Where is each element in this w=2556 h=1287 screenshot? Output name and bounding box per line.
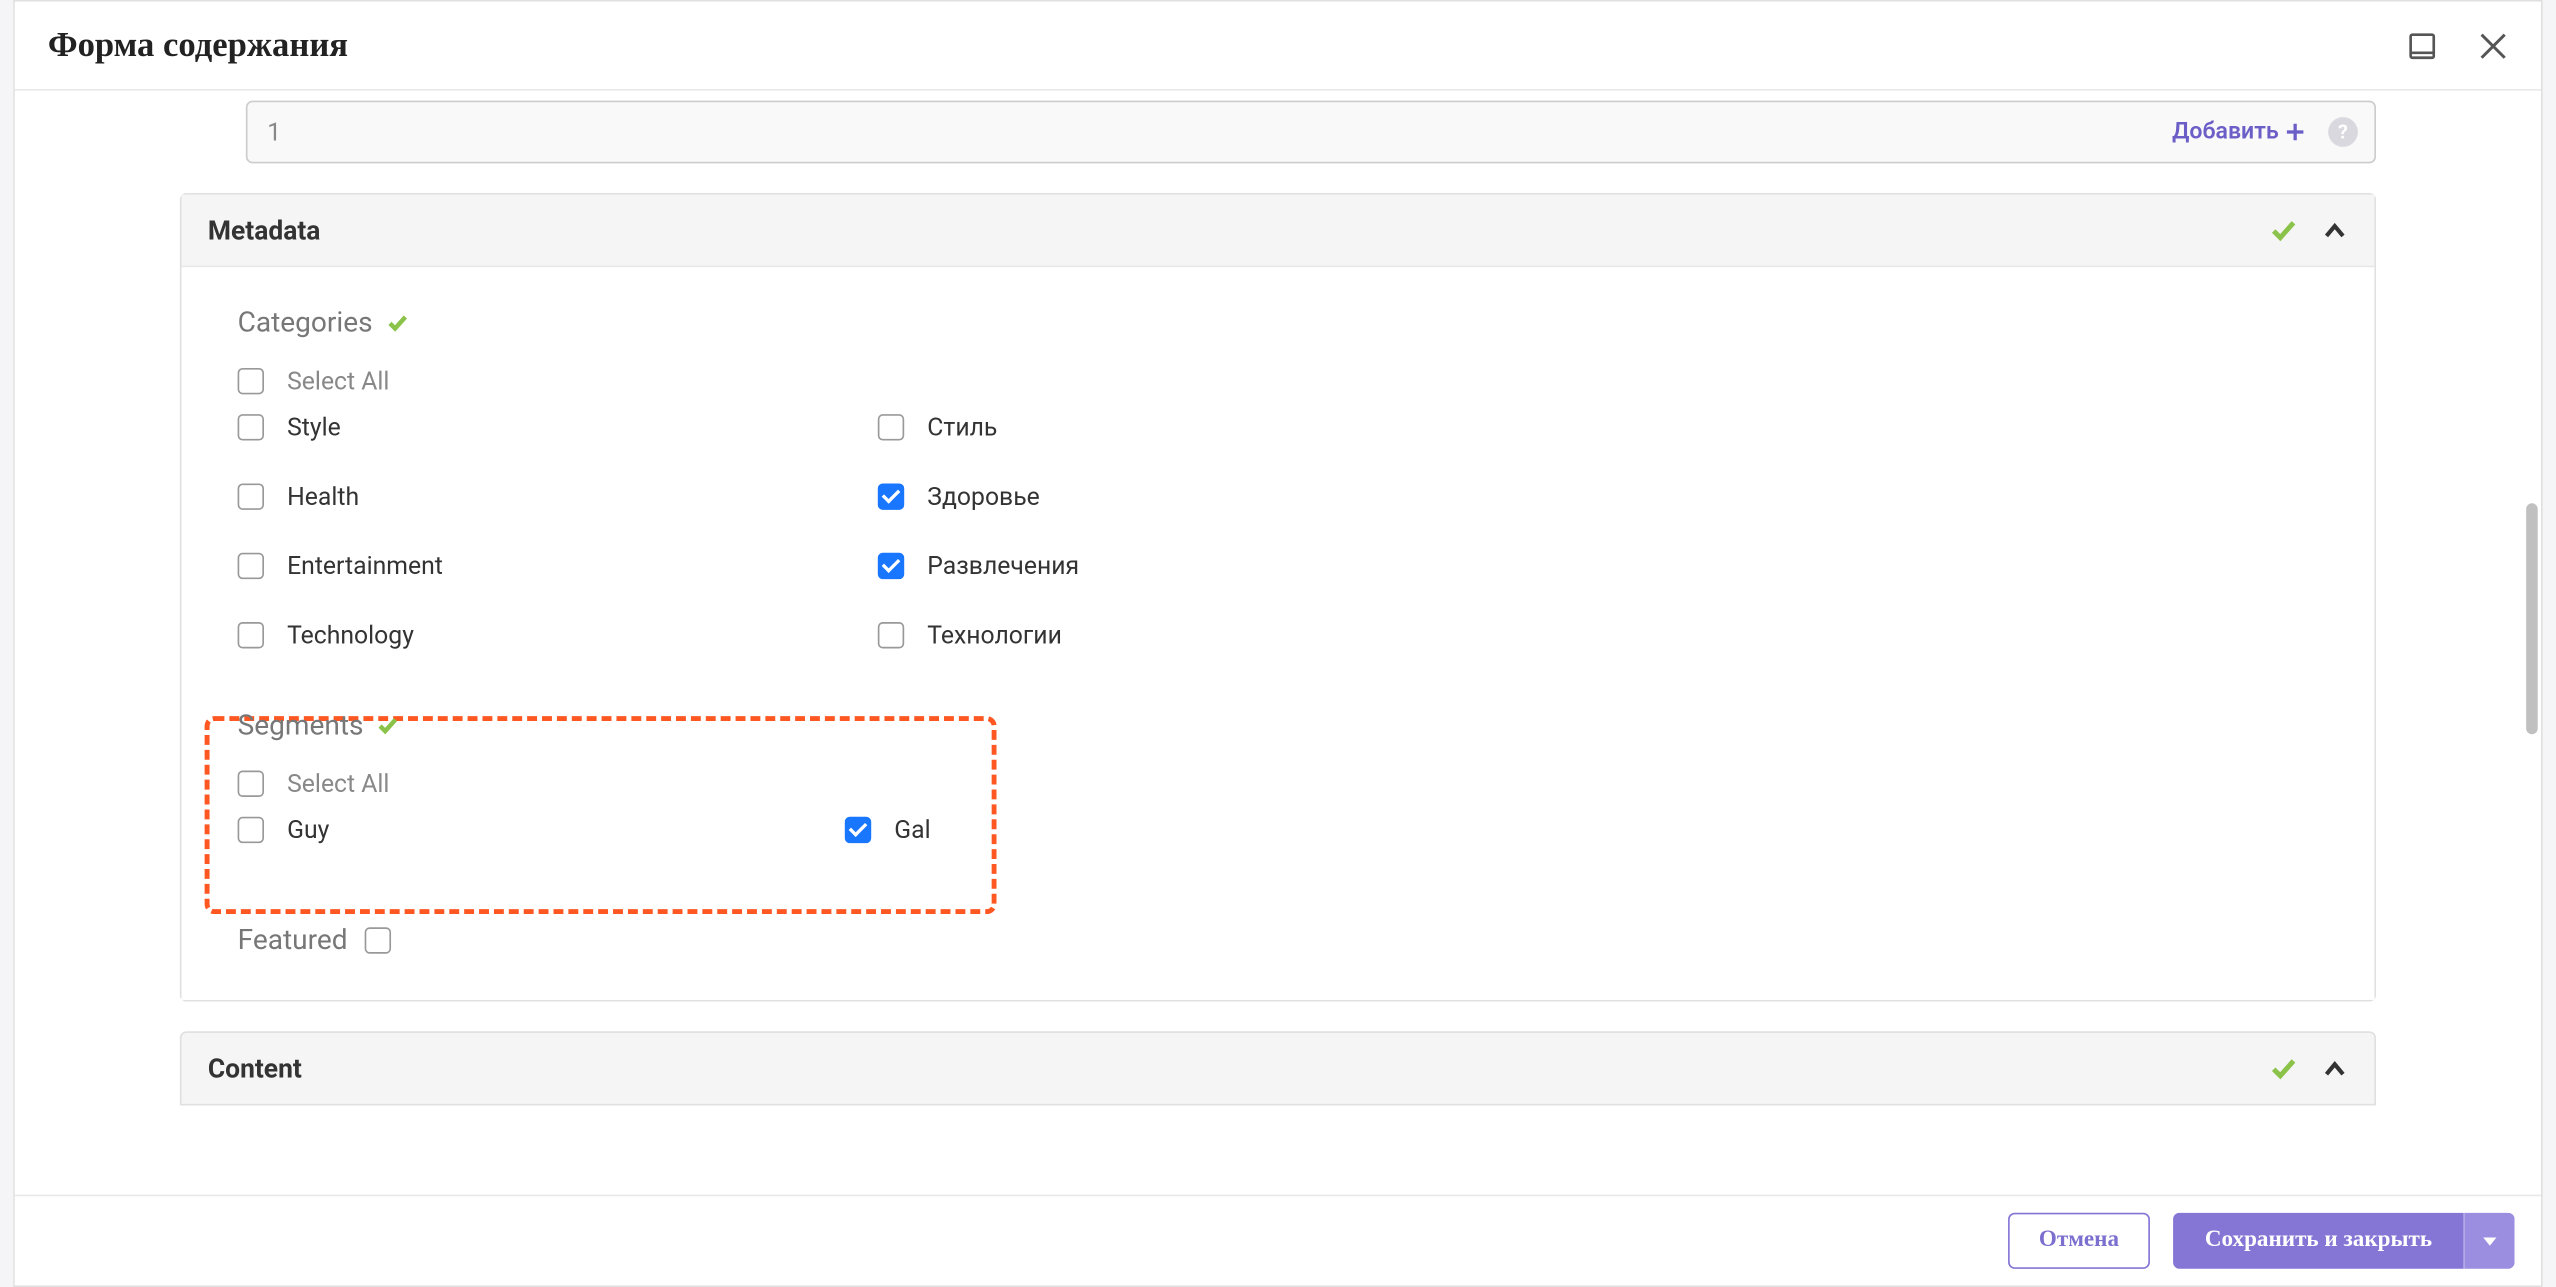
segments-area: Segments Select All [238,710,2319,878]
segments-label: Segments [238,710,2319,743]
category-technology-en[interactable]: Technology [238,620,878,650]
check-icon [386,312,409,335]
modal-body: 1 Добавить ? Metadata [15,91,2541,1195]
save-button[interactable]: Сохранить и закрыть [2174,1213,2464,1269]
categories-select-all[interactable]: Select All [238,366,2319,396]
metadata-body: Categories Select All Style [182,267,2375,1000]
content-title: Content [208,1053,302,1084]
add-label: Добавить [2172,119,2279,145]
segments-select-all[interactable]: Select All [238,769,2319,799]
featured-label: Featured [238,924,348,957]
cancel-button[interactable]: Отмена [2008,1213,2151,1269]
segments-grid: Guy Gal [238,815,2319,861]
number-input-row: 1 Добавить ? [246,101,2376,164]
check-icon [2269,215,2299,245]
modal-header: Форма содержания [15,2,2541,91]
category-health-ru[interactable]: Здоровье [878,482,1518,512]
segment-gal[interactable]: Gal [845,815,1175,845]
category-entertainment-ru[interactable]: Развлечения [878,551,1518,581]
metadata-title: Metadata [208,215,320,246]
category-style-ru[interactable]: Стиль [878,413,1518,443]
segment-guy[interactable]: Guy [238,815,845,845]
content-form-modal: Форма содержания 1 Добавить [13,0,2542,1287]
save-button-group: Сохранить и закрыть [2174,1213,2515,1269]
category-technology-ru[interactable]: Технологии [878,620,1518,650]
scroll-area[interactable]: 1 Добавить ? Metadata [15,91,2541,1195]
close-icon[interactable] [2478,31,2508,61]
categories-label: Categories [238,307,2319,340]
number-input[interactable]: 1 [248,104,2163,160]
categories-grid: Style Стиль Health Здоровье Entertainmen… [238,413,2319,667]
featured-checkbox[interactable] [364,927,390,953]
chevron-up-icon[interactable] [2322,1055,2348,1081]
metadata-section: Metadata [180,193,2376,1002]
check-icon [2269,1054,2299,1084]
featured-row: Featured [238,924,2319,957]
scrollbar[interactable] [2525,91,2538,1195]
add-button[interactable]: Добавить [2162,119,2315,145]
scrollbar-thumb[interactable] [2526,503,2538,734]
category-entertainment-en[interactable]: Entertainment [238,551,878,581]
save-dropdown-icon[interactable] [2463,1213,2514,1269]
help-icon[interactable]: ? [2328,117,2358,147]
header-actions [2406,29,2508,62]
select-all-label: Select All [287,366,389,396]
select-all-label: Select All [287,769,389,799]
chevron-up-icon[interactable] [2322,217,2348,243]
metadata-header[interactable]: Metadata [182,195,2375,268]
maximize-icon[interactable] [2406,29,2439,62]
content-section-header[interactable]: Content [180,1031,2376,1105]
modal-title: Форма содержания [48,25,348,66]
check-icon [377,714,400,737]
category-health-en[interactable]: Health [238,482,878,512]
modal-footer: Отмена Сохранить и закрыть [15,1195,2541,1286]
category-style-en[interactable]: Style [238,413,878,443]
